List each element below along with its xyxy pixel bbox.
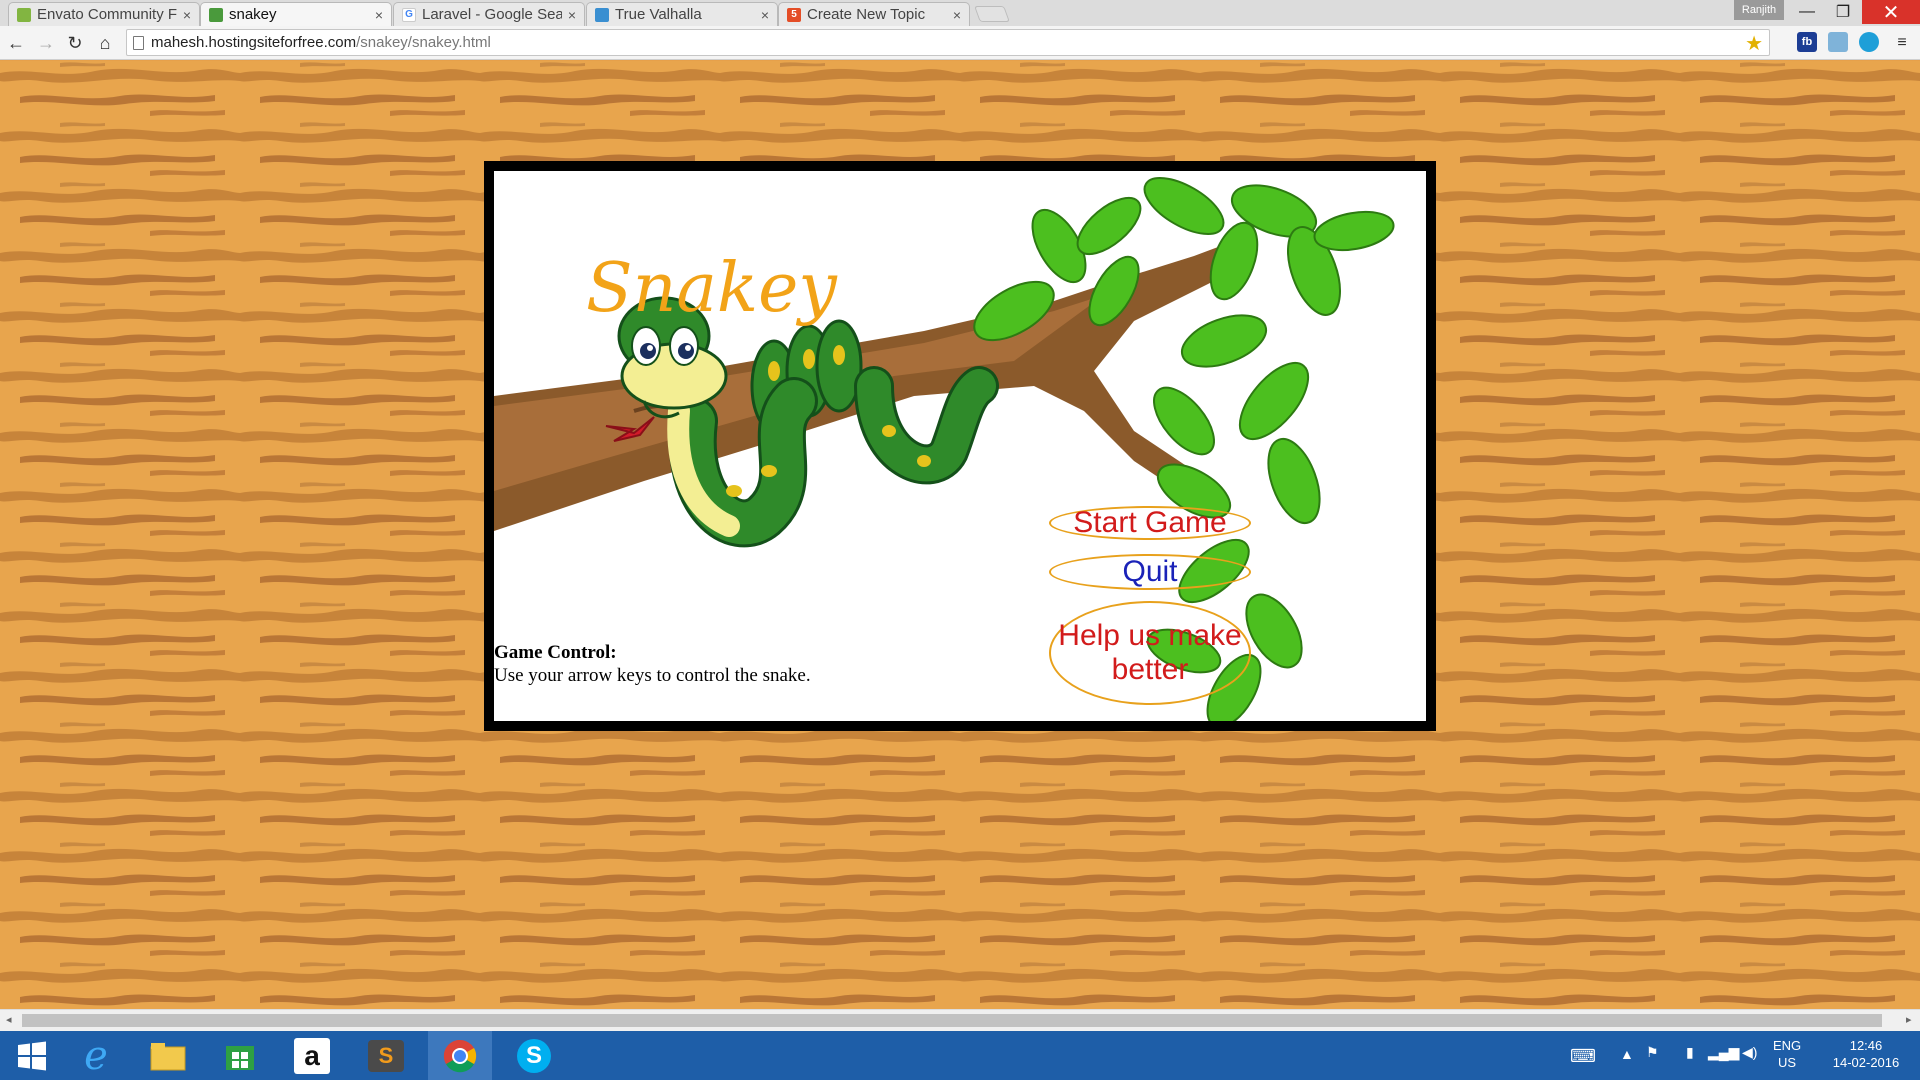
quit-button[interactable]: Quit	[1049, 554, 1251, 590]
url-host: mahesh.hostingsiteforfree.com	[151, 34, 357, 51]
minimize-icon[interactable]: —	[1790, 0, 1824, 24]
google-favicon-icon: G	[402, 7, 416, 22]
game-frame: Snakey Start Game Quit Help us make bett…	[484, 161, 1436, 731]
tab-snakey[interactable]: snakey ×	[200, 2, 392, 26]
battery-icon[interactable]: ▮	[1686, 1044, 1694, 1061]
region-code: US	[1778, 1055, 1797, 1070]
game-controls-info: Game Control: Use your arrow keys to con…	[494, 641, 811, 687]
scroll-right-icon[interactable]: ▸	[1906, 1013, 1912, 1026]
language-code: ENG	[1773, 1038, 1802, 1053]
url-text[interactable]: mahesh.hostingsiteforfree.com/snakey/sna…	[151, 34, 491, 51]
volume-icon[interactable]: ◀)	[1742, 1044, 1757, 1061]
tab-envato[interactable]: Envato Community F ×	[8, 2, 200, 26]
browser-toolbar: ← → ↻ ⌂ mahesh.hostingsiteforfree.com/sn…	[0, 26, 1920, 60]
snake-favicon-icon	[209, 7, 223, 22]
language-indicator[interactable]: ENG US	[1773, 1037, 1801, 1071]
menu-icon[interactable]: ≡	[1890, 31, 1914, 55]
scrollbar-thumb[interactable]	[22, 1014, 1882, 1027]
internet-explorer-icon[interactable]: e	[64, 1031, 128, 1080]
tab-title: snakey	[229, 6, 277, 23]
clock[interactable]: 12:46 14-02-2016	[1826, 1037, 1906, 1071]
restore-icon[interactable]: ❐	[1826, 0, 1860, 24]
game-title: Snakey	[586, 249, 837, 328]
valhalla-favicon-icon	[595, 7, 609, 22]
keyboard-icon[interactable]: ⌨	[1570, 1046, 1596, 1067]
controls-heading: Game Control:	[494, 642, 617, 663]
page-icon	[133, 36, 144, 50]
clock-time: 12:46	[1849, 1038, 1883, 1053]
skype-icon[interactable]: S	[502, 1031, 566, 1080]
profile-badge[interactable]: Ranjith	[1734, 0, 1784, 20]
close-tab-icon[interactable]: ×	[953, 7, 961, 23]
url-path: /snakey/snakey.html	[356, 34, 491, 51]
new-tab-button[interactable]	[974, 6, 1010, 22]
close-tab-icon[interactable]: ×	[761, 7, 769, 23]
extension-icon[interactable]	[1828, 32, 1848, 52]
tab-laravel[interactable]: G Laravel - Google Sea ×	[393, 2, 585, 26]
windows-taskbar: e a S S ⌨ ▲ ⚑ ▮ ▂▄▆ ◀) ENG US 12:46 14-0…	[0, 1031, 1920, 1080]
envato-favicon-icon	[17, 7, 31, 22]
horizontal-scrollbar[interactable]: ◂ ▸	[0, 1009, 1920, 1031]
extension-circle-icon[interactable]	[1859, 32, 1879, 52]
chrome-icon[interactable]	[428, 1031, 492, 1080]
forward-icon[interactable]: →	[34, 31, 58, 55]
start-windows-icon[interactable]	[0, 1031, 64, 1080]
controls-text: Use your arrow keys to control the snake…	[494, 665, 811, 686]
start-game-button[interactable]: Start Game	[1049, 506, 1251, 540]
facebook-extension-icon[interactable]: fb	[1797, 32, 1817, 52]
sublime-text-icon[interactable]: S	[354, 1031, 418, 1080]
tab-true-valhalla[interactable]: True Valhalla ×	[586, 2, 778, 26]
html5-favicon-icon: 5	[787, 7, 801, 22]
file-explorer-icon[interactable]	[136, 1031, 200, 1080]
tab-create-topic[interactable]: 5 Create New Topic ×	[778, 2, 970, 26]
reload-icon[interactable]: ↻	[63, 31, 87, 55]
show-hidden-icons-icon[interactable]: ▲	[1620, 1046, 1634, 1062]
help-us-make-better-button[interactable]: Help us make better	[1049, 601, 1251, 705]
action-center-flag-icon[interactable]: ⚑	[1646, 1044, 1659, 1061]
tab-title: Create New Topic	[807, 6, 926, 23]
page-body: Snakey Start Game Quit Help us make bett…	[0, 61, 1920, 1009]
back-icon[interactable]: ←	[4, 31, 28, 55]
bookmark-star-icon[interactable]: ★	[1745, 31, 1763, 56]
close-tab-icon[interactable]: ×	[375, 7, 383, 23]
close-tab-icon[interactable]: ×	[183, 7, 191, 23]
tab-title: Envato Community F	[37, 6, 177, 23]
tab-title: True Valhalla	[615, 6, 702, 23]
windows-store-icon[interactable]	[208, 1031, 272, 1080]
close-window-icon[interactable]: ✕	[1862, 0, 1920, 24]
network-icon[interactable]: ▂▄▆	[1708, 1044, 1739, 1061]
tab-title: Laravel - Google Sea	[422, 6, 562, 23]
close-tab-icon[interactable]: ×	[568, 7, 576, 23]
scroll-left-icon[interactable]: ◂	[6, 1013, 12, 1026]
home-icon[interactable]: ⌂	[93, 31, 117, 55]
clock-date: 14-02-2016	[1832, 1055, 1900, 1070]
game-canvas[interactable]: Snakey Start Game Quit Help us make bett…	[494, 171, 1426, 721]
address-bar[interactable]: mahesh.hostingsiteforfree.com/snakey/sna…	[126, 29, 1770, 56]
tab-strip: Envato Community F × snakey × G Laravel …	[0, 0, 1920, 26]
amazon-icon[interactable]: a	[280, 1031, 344, 1080]
